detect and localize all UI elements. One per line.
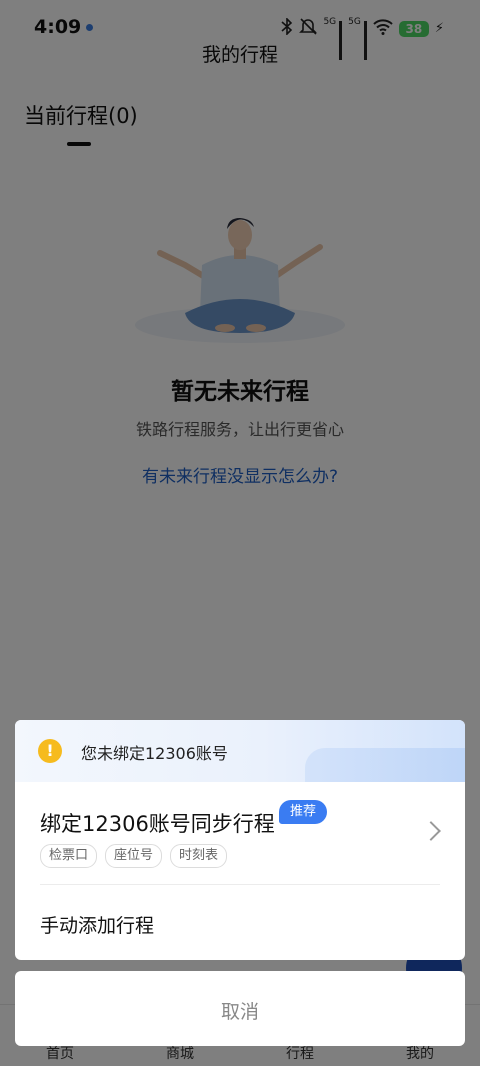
tag-timetable: 时刻表 [170, 844, 228, 868]
cancel-button[interactable]: 取消 [15, 971, 465, 1046]
tag-ticket-gate: 检票口 [40, 844, 98, 868]
tag-seat-number: 座位号 [105, 844, 163, 868]
cancel-label: 取消 [220, 1001, 259, 1023]
train-decoration [305, 748, 465, 782]
manual-add-trip-option[interactable]: 手动添加行程 [15, 885, 465, 960]
bind-account-title: 绑定12306账号同步行程 [40, 812, 275, 836]
bind-account-option[interactable]: 绑定12306账号同步行程 推荐 检票口 座位号 时刻表 [15, 782, 465, 884]
unbound-account-notice: ! 您未绑定12306账号 [15, 720, 465, 782]
app-screen: 4:09 5G 5G 38 ⚡ 我的行程 当前行程(0) [0, 0, 480, 1067]
recommend-badge: 推荐 [279, 800, 328, 824]
action-sheet: ! 您未绑定12306账号 绑定12306账号同步行程 推荐 检票口 座位号 时… [15, 720, 465, 960]
warning-icon: ! [38, 739, 62, 763]
notice-text: 您未绑定12306账号 [81, 744, 228, 763]
manual-add-trip-label: 手动添加行程 [40, 915, 155, 937]
feature-tags: 检票口 座位号 时刻表 [40, 844, 228, 868]
